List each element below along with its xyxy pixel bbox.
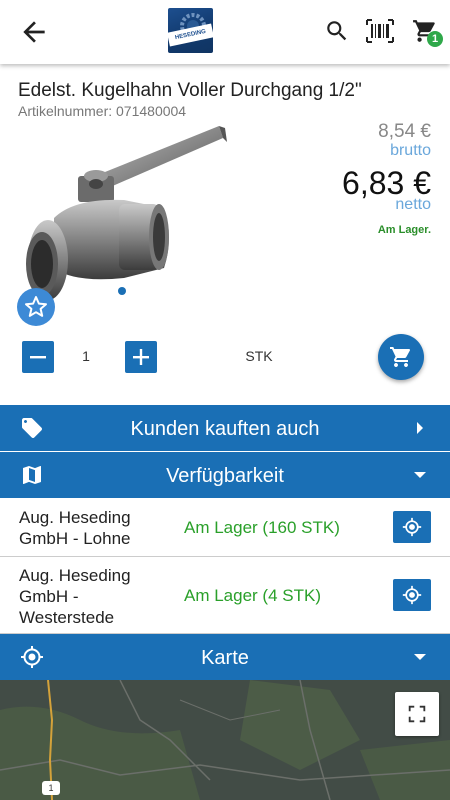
article-number: Artikelnummer: 071480004 — [18, 103, 187, 119]
add-to-cart-button[interactable] — [378, 334, 424, 380]
road-number-label: 1 — [42, 781, 60, 795]
cart-count-badge: 1 — [427, 31, 443, 47]
quantity-unit: STK — [245, 348, 273, 364]
product-title: Edelst. Kugelhahn Voller Durchgang 1/2" — [18, 80, 362, 101]
availability-section[interactable]: Verfügbarkeit — [0, 452, 450, 498]
fullscreen-icon — [408, 705, 426, 723]
map-section[interactable]: Karte — [0, 634, 450, 680]
back-arrow-icon[interactable] — [18, 16, 50, 48]
minus-icon — [30, 356, 46, 359]
store-name: Aug. Heseding GmbH - Lohne — [19, 508, 131, 548]
quantity-value[interactable]: 1 — [60, 348, 112, 364]
barcode-scanner-icon[interactable] — [366, 19, 394, 43]
location-target-icon — [402, 585, 422, 605]
store-location-button[interactable] — [393, 579, 431, 611]
star-outline-icon — [25, 296, 47, 317]
map-view[interactable] — [0, 680, 450, 800]
app-bar: HESEDING 1 — [0, 0, 450, 64]
store-stock-status: Am Lager (160 STK) — [184, 518, 340, 537]
store-stock-status: Am Lager (4 STK) — [184, 586, 321, 605]
location-target-icon — [402, 517, 422, 537]
product-image[interactable] — [14, 118, 230, 308]
price-netto-label: netto — [395, 196, 431, 213]
favorite-star-button[interactable] — [17, 288, 55, 326]
add-cart-icon — [390, 347, 411, 367]
customers-also-bought-section[interactable]: Kunden kauften auch — [0, 405, 450, 451]
chevron-right-icon — [417, 422, 423, 434]
map-fullscreen-button[interactable] — [395, 692, 439, 736]
section-title: Kunden kauften auch — [130, 418, 320, 440]
availability-row: Aug. Heseding GmbH - Westerstede Am Lage… — [0, 558, 450, 634]
quantity-decrease-button[interactable] — [22, 341, 54, 373]
quantity-increase-button[interactable] — [125, 341, 157, 373]
store-location-button[interactable] — [393, 511, 431, 543]
chevron-down-icon — [414, 654, 426, 660]
chevron-down-icon — [414, 472, 426, 478]
stock-status: Am Lager. — [377, 224, 431, 236]
image-page-indicator — [118, 287, 126, 295]
logo-text: HESEDING — [168, 23, 213, 47]
plus-icon — [133, 349, 149, 365]
heseding-logo[interactable]: HESEDING — [168, 8, 213, 53]
search-icon[interactable] — [324, 18, 350, 44]
section-title: Verfügbarkeit — [166, 465, 284, 487]
price-brutto-label: brutto — [390, 142, 431, 159]
availability-row: Aug. Heseding GmbH - Lohne Am Lager (160… — [0, 499, 450, 557]
price-brutto: 8,54 € — [378, 121, 431, 142]
store-name: Aug. Heseding GmbH - Westerstede — [19, 566, 131, 627]
section-title: Karte — [201, 647, 249, 669]
